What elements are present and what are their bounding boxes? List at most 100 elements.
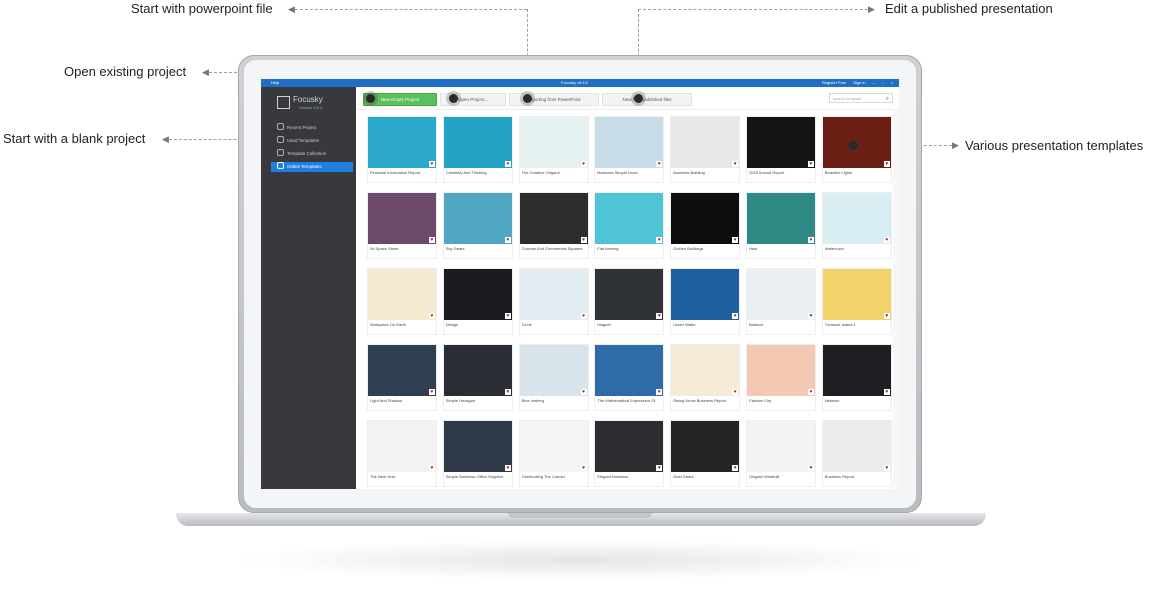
heart-icon[interactable]: ♥ bbox=[808, 465, 814, 471]
template-card[interactable]: ♥ Network bbox=[822, 345, 891, 410]
heart-icon[interactable]: ♥ bbox=[808, 237, 814, 243]
heart-icon[interactable]: ♥ bbox=[808, 161, 814, 167]
heart-icon[interactable]: ♥ bbox=[656, 313, 663, 319]
template-card[interactable]: ♥ Circle bbox=[519, 269, 588, 334]
template-card[interactable]: ♥ Sky Gears bbox=[443, 193, 512, 258]
heart-icon[interactable]: ♥ bbox=[656, 465, 663, 471]
template-card[interactable]: ♥ Watercolor bbox=[822, 193, 891, 258]
heart-icon[interactable]: ♥ bbox=[656, 161, 663, 167]
template-thumbnail[interactable] bbox=[747, 421, 815, 472]
heart-icon[interactable]: ♥ bbox=[732, 237, 739, 243]
template-card[interactable]: ♥ The Creative Origami bbox=[519, 117, 588, 182]
template-card[interactable]: ♥ Halo bbox=[747, 193, 815, 258]
close-button[interactable]: × bbox=[891, 80, 893, 85]
heart-icon[interactable]: ♥ bbox=[504, 465, 511, 471]
template-thumbnail[interactable] bbox=[368, 345, 436, 396]
template-card[interactable]: ♥ Light And Shadow bbox=[368, 345, 436, 410]
template-card[interactable]: ♥ Beautiful Lights bbox=[822, 117, 891, 182]
template-thumbnail[interactable] bbox=[519, 421, 588, 472]
heart-icon[interactable]: ♥ bbox=[732, 389, 739, 395]
heart-icon[interactable]: ♥ bbox=[504, 237, 511, 243]
template-card[interactable]: ♥ The Mathematical Expression Of bbox=[595, 345, 664, 410]
template-thumbnail[interactable] bbox=[443, 117, 512, 168]
template-thumbnail[interactable] bbox=[671, 421, 740, 472]
heart-icon[interactable]: ♥ bbox=[808, 313, 814, 319]
sidebar-item-collection[interactable]: Template Collection bbox=[271, 149, 353, 159]
new-from-published-button[interactable]: New from published files bbox=[602, 93, 692, 106]
heart-icon[interactable]: ♥ bbox=[580, 313, 587, 319]
template-thumbnail[interactable] bbox=[671, 269, 740, 320]
template-card[interactable]: ♥ Rising Arrow Business Report bbox=[671, 345, 740, 410]
template-card[interactable]: ♥ Business Simple Lines bbox=[595, 117, 664, 182]
template-thumbnail[interactable] bbox=[747, 345, 815, 396]
heart-icon[interactable]: ♥ bbox=[429, 465, 435, 471]
template-card[interactable]: ♥ Blue Iceberg bbox=[519, 345, 588, 410]
template-thumbnail[interactable] bbox=[368, 117, 436, 168]
heart-icon[interactable]: ♥ bbox=[656, 237, 663, 243]
restore-button[interactable]: ▫ bbox=[882, 80, 883, 85]
heart-icon[interactable]: ♥ bbox=[580, 161, 587, 167]
template-thumbnail[interactable] bbox=[747, 193, 815, 244]
heart-icon[interactable]: ♥ bbox=[883, 465, 890, 471]
template-card[interactable]: ♥ Treasure Island 1 bbox=[822, 269, 891, 334]
heart-icon[interactable]: ♥ bbox=[429, 161, 435, 167]
heart-icon[interactable]: ♥ bbox=[732, 313, 739, 319]
template-card[interactable]: ♥ Under Water bbox=[671, 269, 740, 334]
heart-icon[interactable]: ♥ bbox=[504, 313, 511, 319]
template-thumbnail[interactable] bbox=[747, 269, 815, 320]
template-card[interactable]: ♥ The New Year bbox=[368, 421, 436, 486]
template-thumbnail[interactable] bbox=[595, 345, 664, 396]
template-card[interactable]: ♥ Financial Information Report bbox=[368, 117, 436, 182]
heart-icon[interactable]: ♥ bbox=[883, 389, 890, 395]
template-card[interactable]: ♥ 3d Space Stone bbox=[368, 193, 436, 258]
template-thumbnail[interactable] bbox=[519, 193, 588, 244]
template-thumbnail[interactable] bbox=[671, 193, 740, 244]
template-card[interactable]: ♥ Balance bbox=[747, 269, 815, 334]
template-card[interactable]: ♥ Simple Business Office Supplies bbox=[443, 421, 512, 486]
heart-icon[interactable]: ♥ bbox=[883, 313, 890, 319]
template-card[interactable]: ♥ Concise And Commercial Squares bbox=[519, 193, 588, 258]
template-thumbnail[interactable] bbox=[595, 269, 664, 320]
heart-icon[interactable]: ♥ bbox=[883, 161, 890, 167]
template-card[interactable]: ♥ Workplace On Earth bbox=[368, 269, 436, 334]
template-card[interactable]: ♥ 2016 Annual Report bbox=[747, 117, 815, 182]
heart-icon[interactable]: ♥ bbox=[580, 389, 587, 395]
template-card[interactable]: ♥ Elegant Business bbox=[595, 421, 664, 486]
template-card[interactable]: ♥ Business Report bbox=[822, 421, 891, 486]
heart-icon[interactable]: ♥ bbox=[656, 389, 663, 395]
template-thumbnail[interactable] bbox=[822, 421, 891, 472]
template-thumbnail[interactable] bbox=[443, 345, 512, 396]
template-card[interactable]: ♥ Flat Iceberg bbox=[595, 193, 664, 258]
template-card[interactable]: ♥ Creativity And Thinking bbox=[443, 117, 512, 182]
sidebar-item-used[interactable]: Used Templates bbox=[271, 136, 353, 146]
register-link[interactable]: Register Free bbox=[822, 80, 846, 85]
template-thumbnail[interactable] bbox=[822, 269, 891, 320]
template-thumbnail[interactable] bbox=[595, 193, 664, 244]
heart-icon[interactable]: ♥ bbox=[429, 389, 435, 395]
heart-icon[interactable]: ♥ bbox=[429, 237, 435, 243]
template-thumbnail[interactable] bbox=[368, 269, 436, 320]
heart-icon[interactable]: ♥ bbox=[504, 389, 511, 395]
template-thumbnail[interactable] bbox=[671, 345, 740, 396]
template-card[interactable]: ♥ Origami Windmill bbox=[747, 421, 815, 486]
template-thumbnail[interactable] bbox=[368, 193, 436, 244]
heart-icon[interactable]: ♥ bbox=[429, 313, 435, 319]
template-thumbnail[interactable] bbox=[822, 193, 891, 244]
template-thumbnail[interactable] bbox=[747, 117, 815, 168]
template-card[interactable]: ♥ Fashion City bbox=[747, 345, 815, 410]
heart-icon[interactable]: ♥ bbox=[732, 465, 739, 471]
template-thumbnail[interactable] bbox=[595, 421, 664, 472]
heart-icon[interactable]: ♥ bbox=[732, 161, 739, 167]
template-thumbnail[interactable] bbox=[519, 269, 588, 320]
sidebar-item-online[interactable]: Online Templates bbox=[271, 162, 353, 172]
template-card[interactable]: ♥ Design bbox=[443, 269, 512, 334]
template-thumbnail[interactable] bbox=[519, 117, 588, 168]
heart-icon[interactable]: ♥ bbox=[883, 237, 890, 243]
template-thumbnail[interactable] bbox=[671, 117, 740, 168]
template-thumbnail[interactable] bbox=[519, 345, 588, 396]
heart-icon[interactable]: ♥ bbox=[504, 161, 511, 167]
template-card[interactable]: ♥ Business Building bbox=[671, 117, 740, 182]
template-card[interactable]: ♥ Gold Gears bbox=[671, 421, 740, 486]
template-card[interactable]: ♥ Golden Buildings bbox=[671, 193, 740, 258]
template-thumbnail[interactable] bbox=[595, 117, 664, 168]
